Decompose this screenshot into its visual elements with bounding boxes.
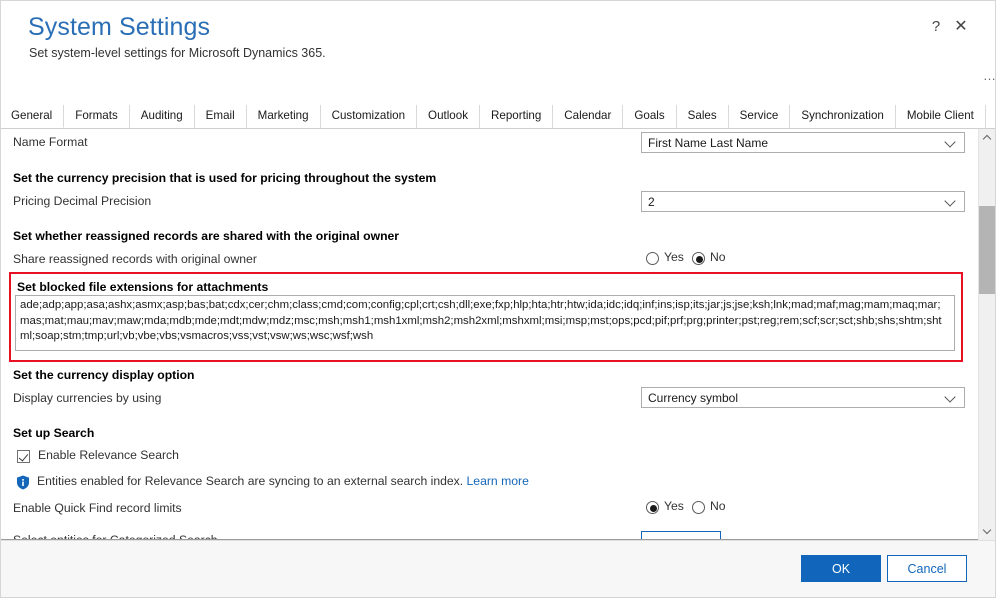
dialog-footer: OK Cancel [1, 540, 995, 597]
categorized-search-button[interactable] [641, 531, 721, 539]
chevron-down-icon [946, 196, 957, 207]
learn-more-link[interactable]: Learn more [467, 474, 529, 488]
settings-scroll-area[interactable]: Name Format First Name Last Name Set the… [1, 129, 995, 540]
help-icon[interactable]: ? [926, 18, 946, 36]
shield-info-icon [16, 475, 30, 490]
quick-find-record-limits-label: Enable Quick Find record limits [13, 501, 182, 515]
radio-circle-selected-icon [646, 501, 659, 514]
enable-relevance-search-label: Enable Relevance Search [38, 448, 179, 462]
chevron-down-icon [946, 392, 957, 403]
currency-precision-heading: Set the currency precision that is used … [13, 171, 437, 185]
tab-service[interactable]: Service [728, 105, 791, 128]
scroll-down-button[interactable] [979, 523, 995, 540]
quick-find-yes-label: Yes [664, 499, 684, 513]
blocked-extensions-value: ade;adp;app;asa;ashx;asmx;asp;bas;bat;cd… [20, 299, 942, 343]
close-icon[interactable]: ✕ [951, 18, 971, 36]
name-format-label: Name Format [13, 135, 88, 149]
pricing-decimal-precision-value: 2 [648, 195, 655, 209]
radio-circle-selected-icon [692, 252, 705, 265]
share-reassigned-yes-label: Yes [664, 250, 684, 264]
radio-circle-icon [692, 501, 705, 514]
tab-formats[interactable]: Formats [64, 105, 130, 128]
categorized-search-label: Select entities for Categorized Search [13, 533, 218, 540]
setup-search-heading: Set up Search [13, 426, 95, 440]
blocked-extensions-textarea[interactable]: ade;adp;app;asa;ashx;asmx;asp;bas;bat;cd… [15, 295, 955, 351]
tab-reporting[interactable]: Reporting [480, 105, 554, 128]
tab-previews[interactable]: Previews [985, 105, 995, 128]
tab-customization[interactable]: Customization [320, 105, 418, 128]
chevron-down-icon [946, 137, 957, 148]
name-format-value: First Name Last Name [648, 136, 769, 150]
display-currencies-value: Currency symbol [648, 391, 739, 405]
chevron-down-icon [982, 525, 992, 535]
share-reassigned-label: Share reassigned records with original o… [13, 252, 257, 266]
tab-calendar[interactable]: Calendar [553, 105, 624, 128]
dialog-header: System Settings Set system-level setting… [1, 1, 995, 97]
page-subtitle: Set system-level settings for Microsoft … [29, 46, 326, 60]
ok-button[interactable]: OK [801, 555, 881, 582]
radio-circle-icon [646, 252, 659, 265]
pricing-decimal-precision-combobox[interactable]: 2 [641, 191, 965, 212]
tab-strip: General Formats Auditing Email Marketing… [1, 105, 995, 129]
currency-display-heading: Set the currency display option [13, 368, 195, 382]
name-format-combobox[interactable]: First Name Last Name [641, 132, 965, 153]
overflow-ellipsis-icon[interactable]: … [983, 69, 995, 82]
page-title: System Settings [28, 13, 211, 41]
scroll-up-button[interactable] [979, 129, 995, 146]
tab-outlook[interactable]: Outlook [417, 105, 481, 128]
tab-marketing[interactable]: Marketing [246, 105, 321, 128]
vertical-scrollbar[interactable] [978, 129, 995, 540]
tab-mobile-client[interactable]: Mobile Client [895, 105, 986, 128]
cancel-button[interactable]: Cancel [887, 555, 967, 582]
blocked-extensions-heading: Set blocked file extensions for attachme… [17, 280, 269, 294]
share-reassigned-no-label: No [710, 250, 726, 264]
display-currencies-label: Display currencies by using [13, 391, 162, 405]
tab-goals[interactable]: Goals [623, 105, 677, 128]
relevance-search-info-message: Entities enabled for Relevance Search ar… [37, 474, 464, 488]
display-currencies-combobox[interactable]: Currency symbol [641, 387, 965, 408]
tab-general[interactable]: General [1, 105, 65, 128]
reassigned-records-heading: Set whether reassigned records are share… [13, 229, 400, 243]
tab-email[interactable]: Email [194, 105, 247, 128]
tab-synchronization[interactable]: Synchronization [790, 105, 896, 128]
pricing-decimal-precision-label: Pricing Decimal Precision [13, 194, 152, 208]
scrollbar-thumb[interactable] [979, 206, 995, 294]
chevron-up-icon [982, 134, 992, 144]
system-settings-dialog: System Settings Set system-level setting… [0, 0, 996, 598]
relevance-search-info-text: Entities enabled for Relevance Search ar… [37, 474, 529, 488]
tab-sales[interactable]: Sales [676, 105, 729, 128]
quick-find-no-label: No [710, 499, 726, 513]
tab-auditing[interactable]: Auditing [129, 105, 195, 128]
checkbox-checked-icon [17, 450, 30, 463]
